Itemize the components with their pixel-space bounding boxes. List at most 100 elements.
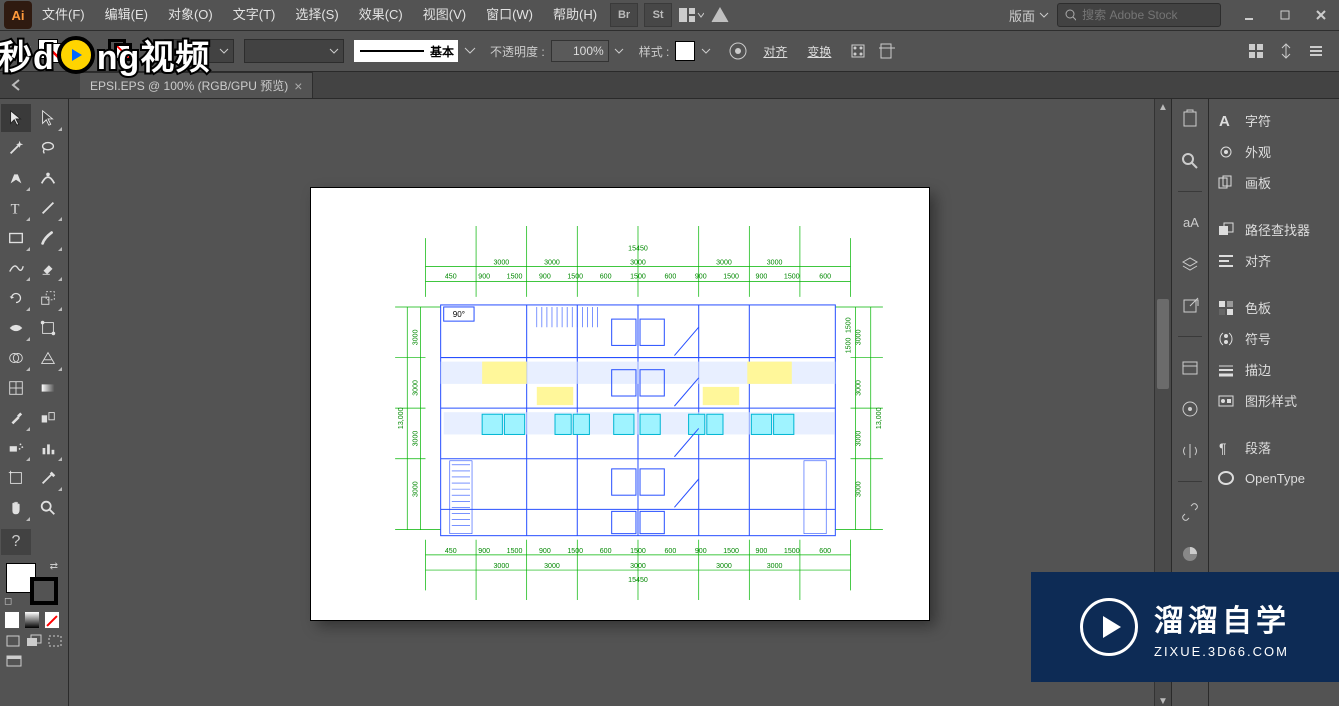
- stock-search-input[interactable]: [1080, 7, 1214, 23]
- draw-inside[interactable]: [47, 633, 64, 649]
- gradient-tool[interactable]: [33, 374, 63, 402]
- slice-tool[interactable]: [33, 464, 63, 492]
- paintbrush-tool[interactable]: [33, 224, 63, 252]
- scroll-up-icon[interactable]: ▲: [1155, 99, 1171, 115]
- profile-select[interactable]: [244, 39, 344, 63]
- menu-help[interactable]: 帮助(H): [543, 0, 607, 30]
- blend-tool[interactable]: [33, 404, 63, 432]
- libraries-icon[interactable]: [1178, 355, 1202, 379]
- properties-icon[interactable]: [1178, 107, 1202, 131]
- panel-align[interactable]: 对齐: [1209, 245, 1339, 276]
- shaper-tool[interactable]: [1, 254, 31, 282]
- workspace-switcher[interactable]: 版面: [1009, 6, 1049, 25]
- menu-icon[interactable]: [1307, 42, 1325, 60]
- zoom-tool[interactable]: [33, 494, 63, 522]
- graph-tool[interactable]: [33, 434, 63, 462]
- symbols-panel-icon[interactable]: [1178, 439, 1202, 463]
- tool-hints[interactable]: ?: [1, 529, 31, 555]
- brush-preview[interactable]: 基本: [354, 40, 458, 62]
- panel-graphic-styles[interactable]: 图形样式: [1209, 385, 1339, 416]
- collapse-panels-icon[interactable]: [1277, 42, 1295, 60]
- selection-tool[interactable]: [1, 104, 31, 132]
- close-icon[interactable]: ×: [294, 79, 302, 93]
- menu-effect[interactable]: 效果(C): [349, 0, 413, 30]
- pen-tool[interactable]: [1, 164, 31, 192]
- panel-appearance[interactable]: 外观: [1209, 136, 1339, 167]
- crop-icon[interactable]: [877, 42, 897, 60]
- menu-object[interactable]: 对象(O): [158, 0, 223, 30]
- scroll-down-icon[interactable]: ▼: [1155, 693, 1171, 706]
- opacity-chevron-icon[interactable]: [613, 45, 625, 57]
- arrange-docs-icon[interactable]: [678, 4, 704, 26]
- eyedropper-tool[interactable]: [1, 404, 31, 432]
- fill-swatch[interactable]: [38, 39, 68, 63]
- opacity-value[interactable]: 100%: [551, 40, 609, 62]
- panel-pathfinder[interactable]: 路径查找器: [1209, 214, 1339, 245]
- vertical-scrollbar[interactable]: ▲ ▼: [1154, 99, 1171, 706]
- mesh-tool[interactable]: [1, 374, 31, 402]
- bridge-icon[interactable]: Br: [610, 3, 638, 27]
- lasso-tool[interactable]: [33, 134, 63, 162]
- magic-wand-tool[interactable]: [1, 134, 31, 162]
- links-icon[interactable]: [1178, 500, 1202, 524]
- panel-swatches[interactable]: 色板: [1209, 292, 1339, 323]
- stock-icon[interactable]: St: [644, 3, 672, 27]
- scroll-thumb[interactable]: [1157, 299, 1169, 389]
- recolor-icon[interactable]: [725, 41, 751, 61]
- symbol-sprayer-tool[interactable]: [1, 434, 31, 462]
- eraser-tool[interactable]: [33, 254, 63, 282]
- panel-character[interactable]: A 字符: [1209, 105, 1339, 136]
- chevron-down-icon[interactable]: [74, 46, 84, 56]
- graphic-style[interactable]: [675, 41, 695, 61]
- stroke-color[interactable]: [30, 577, 58, 605]
- panel-symbols[interactable]: 符号: [1209, 323, 1339, 354]
- type-tool[interactable]: T: [1, 194, 31, 222]
- align-link[interactable]: 对齐: [763, 43, 787, 60]
- brushes-icon[interactable]: [1178, 397, 1202, 421]
- line-tool[interactable]: [33, 194, 63, 222]
- zoom-icon[interactable]: [1178, 149, 1202, 173]
- free-transform-tool[interactable]: [33, 314, 63, 342]
- gpu-icon[interactable]: [707, 6, 733, 24]
- draw-behind[interactable]: [25, 633, 42, 649]
- canvas[interactable]: 15450 15450 3000 3000 3000 3000 3000 300…: [69, 99, 1171, 706]
- shape-builder-tool[interactable]: [1, 344, 31, 372]
- scale-tool[interactable]: [33, 284, 63, 312]
- window-close[interactable]: [1303, 0, 1339, 30]
- panel-opentype[interactable]: OpenType: [1209, 463, 1339, 493]
- window-maximize[interactable]: [1267, 0, 1303, 30]
- stroke-swatch[interactable]: [108, 39, 138, 63]
- stock-search[interactable]: [1057, 3, 1221, 27]
- width-tool[interactable]: [1, 314, 31, 342]
- grid-icon[interactable]: [1247, 42, 1265, 60]
- chevron-down-icon[interactable]: [464, 45, 476, 57]
- window-minimize[interactable]: [1231, 0, 1267, 30]
- menu-type[interactable]: 文字(T): [223, 0, 286, 30]
- transform-link[interactable]: 变换: [807, 43, 831, 60]
- chevron-down-icon[interactable]: [144, 46, 154, 56]
- curvature-tool[interactable]: [33, 164, 63, 192]
- screen-mode[interactable]: [4, 653, 24, 669]
- menu-edit[interactable]: 编辑(E): [95, 0, 158, 30]
- panel-artboards[interactable]: 画板: [1209, 167, 1339, 198]
- color-panel-icon[interactable]: [1178, 542, 1202, 566]
- isolate-icon[interactable]: [849, 42, 867, 60]
- menu-view[interactable]: 视图(V): [413, 0, 476, 30]
- panel-stroke[interactable]: 描边: [1209, 354, 1339, 385]
- draw-normal[interactable]: [4, 633, 21, 649]
- document-tab[interactable]: EPSI.EPS @ 100% (RGB/GPU 预览) ×: [80, 72, 313, 98]
- rotate-tool[interactable]: [1, 284, 31, 312]
- chevron-down-icon[interactable]: [701, 46, 711, 56]
- menu-file[interactable]: 文件(F): [32, 0, 95, 30]
- rectangle-tool[interactable]: [1, 224, 31, 252]
- direct-selection-tool[interactable]: [33, 104, 63, 132]
- layers-icon[interactable]: [1178, 252, 1202, 276]
- hand-tool[interactable]: [1, 494, 31, 522]
- glyphs-icon[interactable]: aA: [1178, 210, 1202, 234]
- export-icon[interactable]: [1178, 294, 1202, 318]
- exit-isolation-icon[interactable]: [8, 76, 26, 94]
- artboard-tool[interactable]: [1, 464, 31, 492]
- fill-stroke-control[interactable]: ⇄ ◻: [4, 561, 60, 607]
- stroke-weight[interactable]: [164, 39, 234, 63]
- menu-select[interactable]: 选择(S): [285, 0, 348, 30]
